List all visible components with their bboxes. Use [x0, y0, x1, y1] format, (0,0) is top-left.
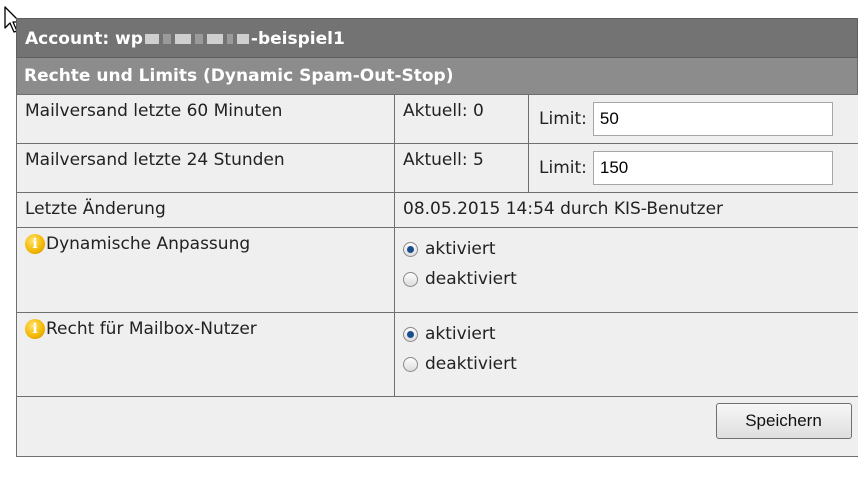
current-count: Aktuell: 5	[394, 143, 529, 193]
radio-label: aktiviert	[425, 324, 496, 344]
last-change-label: Letzte Änderung	[16, 192, 395, 228]
section-title: Rechte und Limits (Dynamic Spam-Out-Stop…	[16, 58, 858, 94]
row-label: Mailversand letzte 60 Minuten	[16, 94, 395, 144]
radio-option-activated[interactable]: aktiviert	[395, 234, 858, 264]
table-row: i Dynamische Anpassung aktiviert deaktivi…	[16, 227, 858, 313]
table-row: Mailversand letzte 24 Stunden Aktuell: 5…	[16, 143, 858, 193]
radio-label: deaktiviert	[425, 354, 517, 374]
radio-option-activated[interactable]: aktiviert	[395, 319, 858, 349]
limit-60min-input[interactable]	[592, 102, 833, 136]
info-icon[interactable]: i	[25, 319, 45, 339]
account-limits-panel: Account: wp -beispiel1 Rechte und Limits …	[16, 18, 858, 457]
info-icon[interactable]: i	[25, 234, 45, 254]
account-title-suffix: -beispiel1	[250, 29, 345, 49]
current-count: Aktuell: 0	[394, 94, 529, 144]
limit-cell: Limit:	[528, 143, 858, 193]
setting-label: Recht für Mailbox-Nutzer	[46, 319, 257, 339]
table-row: Mailversand letzte 60 Minuten Aktuell: 0…	[16, 94, 858, 144]
radio-label: deaktiviert	[425, 269, 517, 289]
table-row: Letzte Änderung 08.05.2015 14:54 durch K…	[16, 192, 858, 228]
limits-table: Mailversand letzte 60 Minuten Aktuell: 0…	[16, 94, 858, 457]
setting-options: aktiviert deaktiviert	[394, 312, 858, 397]
setting-label-cell: i Recht für Mailbox-Nutzer	[16, 312, 395, 397]
radio-option-deactivated[interactable]: deaktiviert	[395, 264, 858, 294]
table-row: Speichern	[16, 396, 858, 457]
radio-option-deactivated[interactable]: deaktiviert	[395, 349, 858, 379]
save-button[interactable]: Speichern	[715, 403, 852, 439]
redacted-account-name	[143, 29, 251, 49]
row-label: Mailversand letzte 24 Stunden	[16, 143, 395, 193]
last-change-value: 08.05.2015 14:54 durch KIS-Benutzer	[394, 192, 858, 228]
account-title-prefix: Account: wp	[25, 29, 143, 49]
radio-button[interactable]	[403, 356, 418, 372]
account-title-bar: Account: wp -beispiel1	[16, 18, 858, 58]
setting-label: Dynamische Anpassung	[46, 234, 251, 254]
setting-label-cell: i Dynamische Anpassung	[16, 227, 395, 313]
limit-label: Limit:	[539, 158, 587, 178]
setting-options: aktiviert deaktiviert	[394, 227, 858, 313]
radio-button-checked[interactable]	[403, 326, 418, 342]
action-cell: Speichern	[16, 396, 858, 457]
limit-cell: Limit:	[528, 94, 858, 144]
table-row: i Recht für Mailbox-Nutzer aktiviert deak…	[16, 312, 858, 397]
radio-button[interactable]	[403, 271, 418, 287]
radio-label: aktiviert	[425, 239, 496, 259]
radio-button-checked[interactable]	[403, 241, 418, 257]
limit-label: Limit:	[539, 109, 587, 129]
limit-24h-input[interactable]	[592, 151, 833, 185]
